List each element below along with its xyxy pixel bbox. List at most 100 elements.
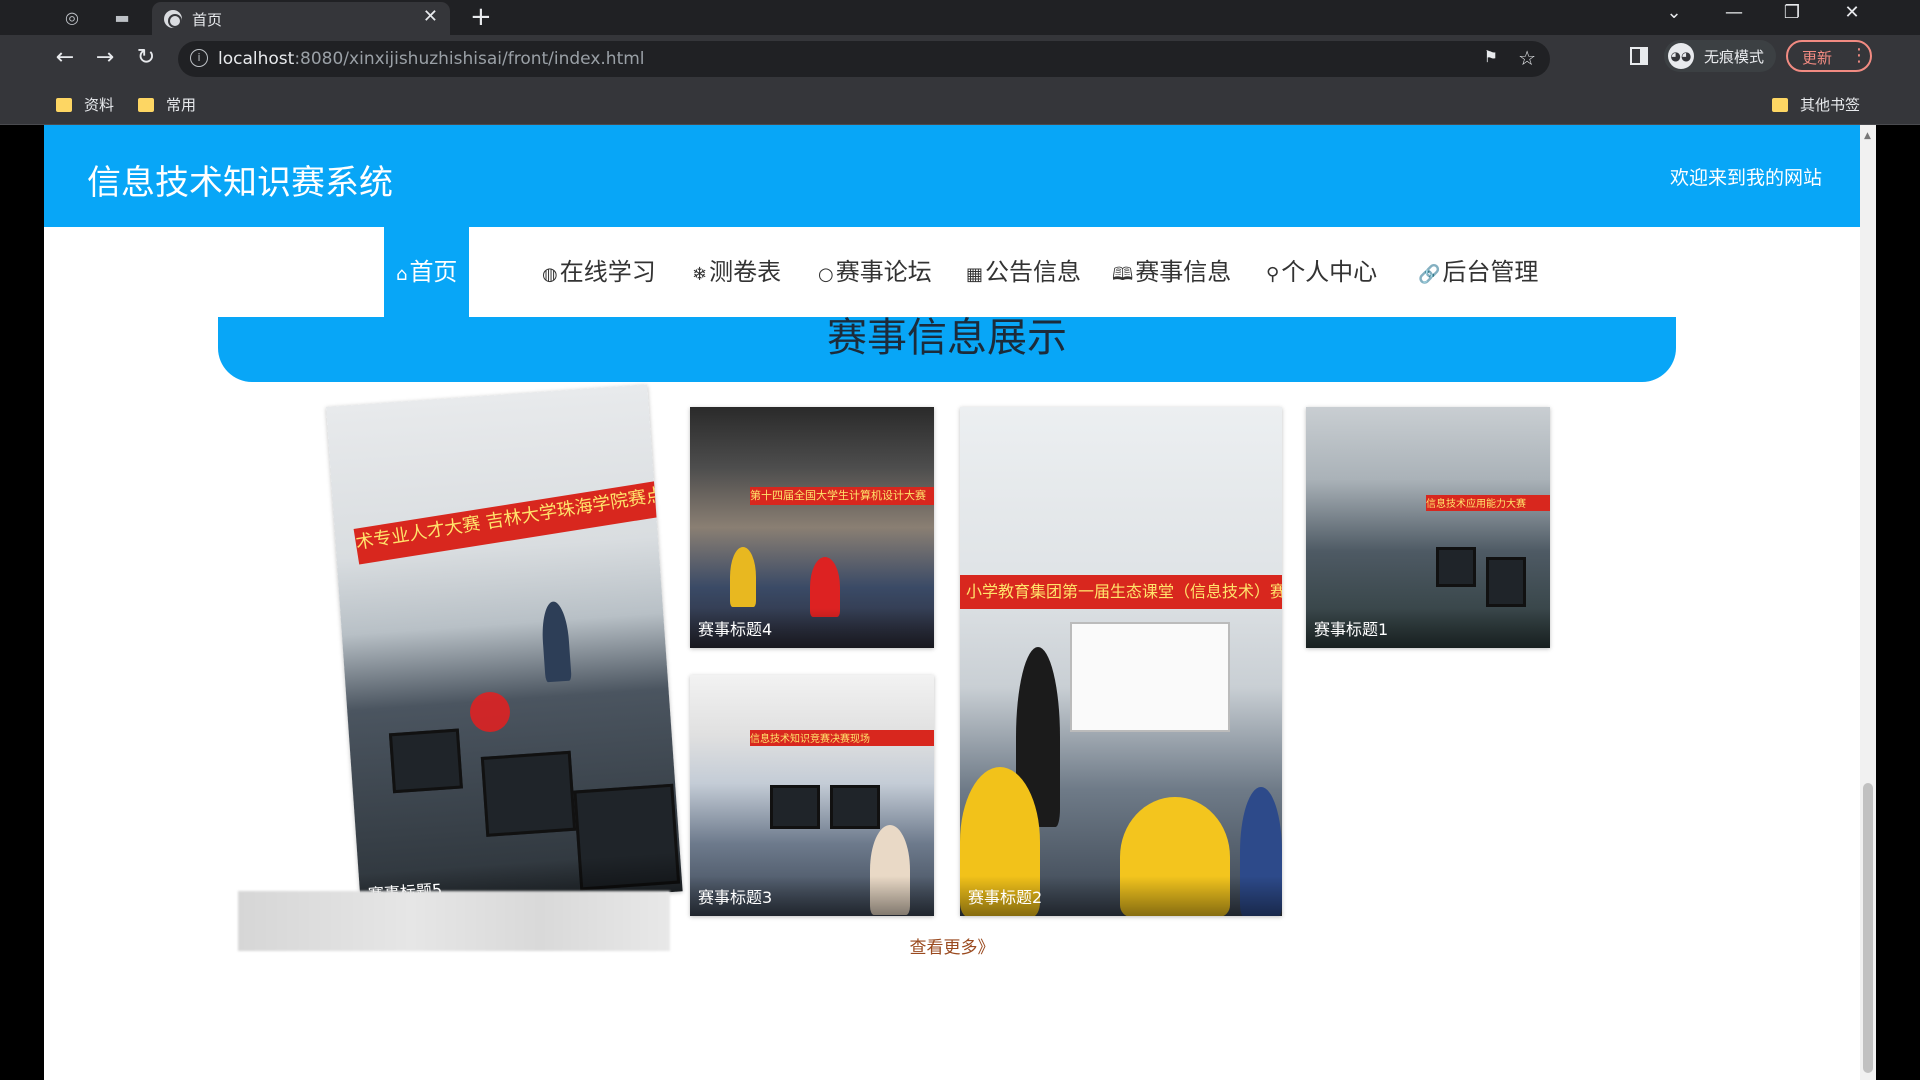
url-text[interactable]: localhost:8080/xinxijishuzhishisai/front… (218, 49, 645, 69)
nav-item-online-study[interactable]: ◍在线学习 (530, 227, 668, 317)
bookmark-star-icon[interactable]: ☆ (1518, 46, 1536, 70)
folder-icon (138, 98, 154, 112)
person (540, 600, 572, 683)
book-icon: 🕮 (1112, 264, 1134, 285)
card-title: 赛事标题3 (698, 888, 773, 907)
url-host: localhost (218, 49, 295, 69)
tab-title: 首页 (192, 11, 223, 29)
incognito-label: 无痕模式 (1704, 48, 1765, 66)
nav-item-home[interactable]: ⌂首页 (384, 227, 470, 317)
nav-label: 个人中心 (1281, 258, 1378, 286)
link-icon: 🔗 (1418, 264, 1441, 285)
nav-label: 测卷表 (709, 258, 782, 286)
nav-label: 赛事论坛 (835, 258, 932, 286)
card-title: 赛事标题2 (968, 888, 1043, 907)
new-tab-button[interactable]: + (470, 2, 492, 32)
main-nav: ⌂首页 ◍在线学习 ❄测卷表 ○赛事论坛 ▦公告信息 🕮赛事信息 ⚲个人中心 🔗… (44, 227, 1860, 317)
bookmark-label: 其他书签 (1800, 96, 1861, 114)
gallery-card[interactable]: 信息技术知识竞赛决赛现场 赛事标题3 (690, 675, 934, 916)
nav-label: 首页 (409, 258, 458, 286)
incognito-icon: ◕◕ (1668, 43, 1694, 69)
whiteboard (1070, 622, 1230, 732)
site-title: 信息技术知识赛系统 (87, 163, 393, 203)
mouse-cursor-highlight (470, 692, 510, 732)
card-title: 赛事标题1 (1314, 620, 1389, 639)
update-button[interactable]: 更新 ⋮ (1786, 40, 1872, 72)
folder-icon (1772, 98, 1788, 112)
nav-item-forum[interactable]: ○赛事论坛 (806, 227, 944, 317)
reload-button[interactable]: ↻ (131, 45, 161, 70)
event-banner: 第十四届全国大学生计算机设计大赛 (750, 487, 934, 505)
site-header: 信息技术知识赛系统 欢迎来到我的网站 (44, 125, 1860, 227)
monitor (770, 785, 820, 829)
monitor (480, 750, 577, 837)
close-icon[interactable]: ✕ (423, 6, 438, 27)
nav-label: 公告信息 (985, 258, 1082, 286)
scroll-up-icon[interactable]: ▲ (1864, 131, 1871, 141)
translate-icon[interactable]: ⚑ (1484, 47, 1498, 66)
window-close-button[interactable]: ✕ (1832, 2, 1872, 23)
nav-label: 在线学习 (559, 258, 656, 286)
side-panel-icon[interactable] (1630, 47, 1648, 65)
folder-icon (56, 98, 72, 112)
welcome-text: 欢迎来到我的网站 (1669, 167, 1822, 189)
monitor (1436, 547, 1476, 587)
circle-icon: ○ (818, 264, 834, 285)
back-button[interactable]: ← (50, 45, 80, 70)
event-banner: 信息技术知识竞赛决赛现场 (750, 730, 934, 746)
section-title: 赛事信息展示 (827, 317, 1067, 361)
nav-label: 赛事信息 (1135, 258, 1232, 286)
snowflake-icon: ❄ (692, 264, 708, 285)
card-caption: 赛事标题1 (1306, 608, 1550, 648)
view-more-link[interactable]: 查看更多》 (44, 933, 1860, 958)
event-banner: 信息技术应用能力大赛 (1426, 495, 1550, 511)
event-banner: 术专业人才大赛 吉林大学珠海学院赛点 (353, 480, 666, 565)
bookmarks-bar: 资料 常用 其他书签 (0, 85, 1920, 125)
bookmark-label: 常用 (166, 96, 197, 114)
nav-item-personal-center[interactable]: ⚲个人中心 (1254, 227, 1389, 317)
address-bar[interactable]: i localhost:8080/xinxijishuzhishisai/fro… (178, 41, 1550, 77)
page-viewport: 信息技术知识赛系统 欢迎来到我的网站 ⌂首页 ◍在线学习 ❄测卷表 ○赛事论坛 … (44, 125, 1860, 1080)
incognito-indicator[interactable]: ◕◕ 无痕模式 (1664, 40, 1776, 72)
other-bookmarks[interactable]: 其他书签 (1772, 94, 1860, 115)
nav-item-exam-list[interactable]: ❄测卷表 (680, 227, 793, 317)
scrollbar-thumb[interactable] (1863, 783, 1873, 1073)
section-banner: 赛事信息展示 (218, 317, 1676, 382)
grid-icon: ▦ (966, 264, 984, 285)
update-label: 更新 (1802, 49, 1833, 67)
restore-button[interactable]: ❐ (1772, 2, 1812, 23)
person (730, 547, 756, 607)
nav-item-competition-info[interactable]: 🕮赛事信息 (1100, 227, 1243, 317)
globe-icon: ◍ (542, 264, 558, 285)
info-icon[interactable]: i (190, 49, 208, 67)
event-banner: 小学教育集团第一届生态课堂（信息技术）赛课 (960, 575, 1282, 609)
monitor (388, 728, 463, 794)
browser-tab-strip: ◎ ▬ 首页 ✕ + ⌄ — ❐ ✕ (0, 0, 1920, 35)
gallery-card[interactable]: 术专业人才大赛 吉林大学珠海学院赛点 赛事标题5 (326, 384, 683, 914)
monitor (1486, 557, 1526, 607)
monitor (830, 785, 880, 829)
gallery-card[interactable]: 小学教育集团第一届生态课堂（信息技术）赛课 赛事标题2 (960, 407, 1282, 916)
page-scrollbar[interactable]: ▲ (1860, 125, 1876, 1080)
globe-icon[interactable]: ◎ (56, 6, 88, 30)
window-icon[interactable]: ▬ (106, 6, 138, 30)
bookmark-folder[interactable]: 资料 (56, 94, 114, 115)
card-title: 赛事标题4 (698, 620, 773, 639)
home-icon: ⌂ (396, 264, 408, 285)
user-icon: ⚲ (1266, 264, 1280, 285)
nav-item-announcements[interactable]: ▦公告信息 (954, 227, 1093, 317)
gallery-card[interactable]: 信息技术应用能力大赛 赛事标题1 (1306, 407, 1550, 648)
nav-label: 后台管理 (1442, 258, 1539, 286)
card-caption: 赛事标题3 (690, 876, 934, 916)
nav-item-admin[interactable]: 🔗后台管理 (1406, 227, 1550, 317)
minimize-button[interactable]: — (1714, 2, 1754, 23)
bookmark-folder[interactable]: 常用 (138, 94, 196, 115)
card-caption: 赛事标题4 (690, 608, 934, 648)
chevron-down-icon[interactable]: ⌄ (1654, 2, 1694, 23)
card-caption: 赛事标题2 (960, 876, 1282, 916)
forward-button[interactable]: → (90, 45, 120, 70)
browser-toolbar: ← → ↻ i localhost:8080/xinxijishuzhishis… (0, 35, 1920, 85)
more-menu-icon[interactable]: ⋮ (1850, 45, 1868, 66)
browser-tab[interactable]: 首页 ✕ (152, 2, 450, 35)
gallery-card[interactable]: 第十四届全国大学生计算机设计大赛 赛事标题4 (690, 407, 934, 648)
